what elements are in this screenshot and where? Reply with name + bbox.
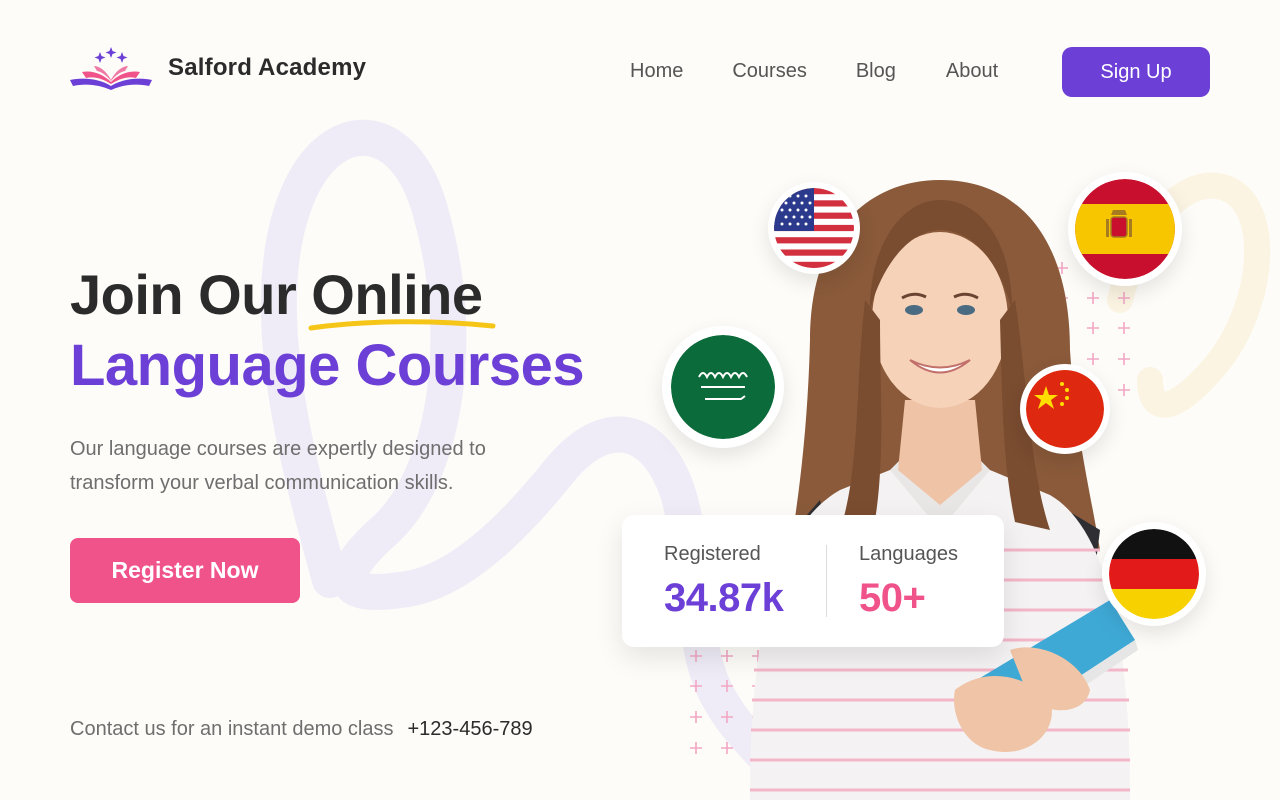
hero-title-highlight: Online [308, 262, 496, 331]
spain-flag [1068, 172, 1182, 286]
hero-title-line1: Join Our Online [70, 262, 496, 331]
nav-home[interactable]: Home [630, 60, 683, 83]
contact-line: Contact us for an instant demo class +123… [70, 718, 533, 741]
hero-title-prefix: Join Our [70, 263, 312, 326]
usa-flag-icon [774, 188, 854, 268]
register-now-button[interactable]: Register Now [70, 538, 300, 603]
main-nav: Home Courses Blog About [630, 60, 998, 83]
germany-flag [1102, 522, 1206, 626]
spain-flag-icon [1075, 179, 1175, 279]
nav-courses[interactable]: Courses [732, 60, 806, 83]
logo[interactable]: Salford Academy [70, 46, 366, 90]
stat-divider [826, 545, 827, 617]
highlight-underline [308, 319, 496, 331]
nav-about[interactable]: About [946, 60, 998, 83]
china-flag [1020, 364, 1110, 454]
stats-card: Registered 34.87k Languages 50+ [622, 515, 1004, 647]
germany-flag-icon [1109, 529, 1199, 619]
hero-title-line2: Language Courses [70, 333, 585, 398]
hero-subtitle: Our language courses are expertly design… [70, 438, 486, 494]
stat-label: Registered [664, 543, 761, 565]
open-book-logo-icon [70, 47, 152, 90]
sign-up-button[interactable]: Sign Up [1062, 47, 1210, 97]
usa-flag [768, 182, 860, 274]
stat-languages: Languages 50+ [859, 543, 958, 621]
saudi-arabia-flag [662, 326, 784, 448]
nav-blog[interactable]: Blog [856, 60, 896, 83]
saudi-arabia-flag-icon [671, 335, 775, 439]
stat-value: 50+ [859, 576, 926, 620]
china-flag-icon [1026, 370, 1104, 448]
contact-text: Contact us for an instant demo class [70, 718, 394, 740]
brand-name: Salford Academy [168, 54, 367, 81]
stat-label: Languages [859, 543, 958, 565]
stat-registered: Registered 34.87k [664, 543, 784, 621]
contact-phone[interactable]: +123-456-789 [408, 718, 533, 740]
stat-value: 34.87k [664, 576, 784, 620]
